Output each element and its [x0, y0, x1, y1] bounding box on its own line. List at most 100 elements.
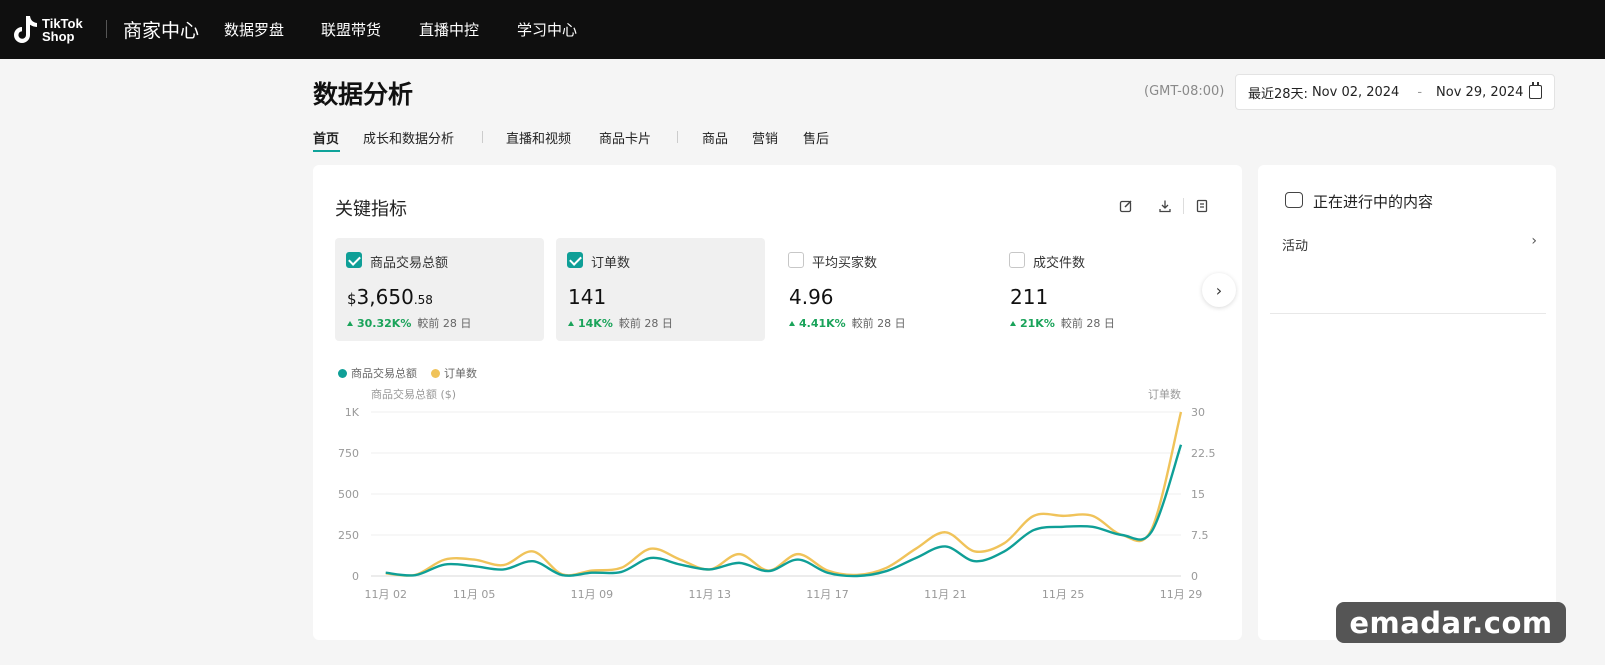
activity-label: 活动	[1282, 239, 1309, 254]
metric-tile-units-sold[interactable]: 成交件数 211 21K% 較前 28 日	[998, 238, 1207, 341]
metric-label: 商品交易总额	[370, 256, 449, 271]
card-title: 关键指标	[335, 199, 407, 220]
tab-product-card[interactable]: 商品卡片	[599, 128, 651, 147]
logo-divider	[106, 20, 107, 38]
metric-value: $3,650.58	[347, 285, 433, 309]
metric-tile-orders[interactable]: 订单数 141 14K% 較前 28 日	[556, 238, 765, 341]
calendar-icon	[1529, 82, 1542, 99]
side-divider	[1270, 313, 1546, 314]
legend-item-gmv[interactable]: 商品交易总额	[338, 365, 417, 381]
logo-text-line2: Shop	[42, 29, 75, 44]
metric-compare-label: 較前 28 日	[1060, 317, 1115, 330]
legend-label: 商品交易总额	[351, 367, 417, 380]
side-panel-title: 正在进行中的内容	[1313, 193, 1434, 211]
download-icon[interactable]	[1158, 199, 1172, 213]
timezone-label: (GMT-08:00)	[1144, 84, 1225, 99]
tiktok-shop-logo[interactable]: TikTok Shop	[12, 13, 83, 47]
metric-compare-label: 較前 28 日	[417, 317, 472, 330]
metric-change: 30.32K% 較前 28 日	[347, 315, 471, 331]
metric-value-main: 3,650	[356, 285, 414, 309]
left-tick-label: 250	[338, 529, 359, 542]
chevron-right-icon: ›	[1215, 280, 1223, 300]
metric-checkbox[interactable]	[788, 252, 804, 268]
toolbar-divider	[1183, 198, 1184, 214]
metric-label: 成交件数	[1033, 256, 1086, 271]
tab-products[interactable]: 商品	[702, 128, 728, 147]
tab-growth-analysis[interactable]: 成长和数据分析	[363, 128, 454, 147]
watermark: emadar.com	[1336, 602, 1566, 643]
metric-value: 211	[1010, 285, 1049, 309]
legend-label: 订单数	[444, 367, 477, 380]
trend-up-icon	[347, 321, 353, 326]
metric-tile-avg-buyers[interactable]: 平均买家数 4.96 4.41K% 較前 28 日	[777, 238, 986, 341]
metric-value: 141	[568, 285, 607, 309]
brand-name: 商家中心	[123, 20, 200, 42]
tab-marketing[interactable]: 营销	[752, 128, 778, 147]
nav-item-learning-center[interactable]: 学习中心	[517, 19, 577, 40]
trend-up-icon	[789, 321, 795, 326]
chevron-right-icon: ›	[1531, 233, 1537, 249]
tab-live-video[interactable]: 直播和视频	[506, 128, 571, 147]
metric-change: 21K% 較前 28 日	[1010, 315, 1115, 331]
date-separator: -	[1417, 84, 1423, 100]
date-range-picker[interactable]: 最近28天: Nov 02, 2024 - Nov 29, 2024	[1235, 74, 1555, 110]
left-tick-label: 500	[338, 488, 359, 501]
nav-item-affiliate[interactable]: 联盟带货	[321, 19, 381, 40]
edit-icon[interactable]	[1119, 199, 1133, 213]
right-tick-label: 0	[1191, 570, 1198, 583]
date-end: Nov 29, 2024	[1436, 84, 1524, 100]
right-axis-title: 订单数	[1148, 388, 1181, 401]
metric-label: 平均买家数	[812, 256, 878, 271]
metric-change-value: 14K%	[578, 317, 613, 330]
legend-dot	[431, 368, 440, 378]
series-line-gmv	[385, 444, 1183, 578]
top-nav-bar: TikTok Shop 商家中心 数据罗盘 联盟带货 直播中控 学习中心	[0, 0, 1605, 59]
tab-home[interactable]: 首页	[313, 128, 339, 147]
x-tick-label: 11月 25	[1042, 588, 1085, 601]
date-start: Nov 02, 2024	[1311, 84, 1400, 100]
left-axis-title: 商品交易总额 ($)	[371, 387, 456, 401]
ongoing-content-panel: 正在进行中的内容 活动 ›	[1258, 165, 1556, 640]
metric-compare-label: 較前 28 日	[618, 317, 673, 330]
x-tick-label: 11月 29	[1160, 588, 1203, 601]
metric-change-value: 4.41K%	[799, 317, 846, 330]
tab-divider	[677, 131, 678, 143]
x-tick-label: 11月 13	[688, 588, 731, 601]
left-tick-label: 750	[338, 447, 359, 460]
metric-change: 14K% 較前 28 日	[568, 315, 673, 331]
metric-checkbox[interactable]	[1009, 252, 1025, 268]
left-tick-label: 1K	[345, 406, 360, 419]
right-tick-label: 22.5	[1191, 447, 1216, 460]
left-tick-label: 0	[352, 570, 359, 583]
date-range-prefix: 最近28天:	[1248, 86, 1308, 102]
metric-change: 4.41K% 較前 28 日	[789, 315, 906, 331]
x-tick-label: 11月 02	[364, 588, 407, 601]
metric-currency: $	[347, 290, 357, 308]
line-chart: 商品交易总额 ($) 订单数 0 250 500 750 1K 0 7.5 15 22.5 30 11月…	[338, 387, 1216, 601]
nav-item-data-compass[interactable]: 数据罗盘	[224, 19, 284, 40]
right-tick-label: 7.5	[1191, 529, 1209, 542]
tiktok-logo-icon	[14, 16, 37, 43]
metric-checkbox[interactable]	[346, 252, 362, 268]
metric-value-decimal: .58	[413, 293, 433, 307]
key-metrics-card: 关键指标 商品交易总额 $3,650.58 30.32K% 較前 28 日 订单数…	[313, 165, 1242, 640]
x-tick-label: 11月 05	[453, 588, 496, 601]
tab-divider	[482, 131, 483, 143]
legend-item-orders[interactable]: 订单数	[431, 365, 477, 381]
chart-legend: 商品交易总额 订单数	[338, 365, 491, 381]
trend-chart-icon	[1285, 192, 1303, 208]
page-title: 数据分析	[313, 80, 414, 109]
document-icon[interactable]	[1195, 199, 1209, 213]
right-tick-label: 15	[1191, 488, 1205, 501]
right-tick-label: 30	[1191, 406, 1205, 419]
metric-tile-gmv[interactable]: 商品交易总额 $3,650.58 30.32K% 較前 28 日	[335, 238, 544, 341]
metric-compare-label: 較前 28 日	[851, 317, 906, 330]
next-metrics-button[interactable]: ›	[1202, 273, 1236, 307]
legend-dot	[338, 368, 347, 378]
metric-checkbox[interactable]	[567, 252, 583, 268]
active-tab-indicator	[313, 150, 340, 152]
activity-row[interactable]: 活动 ›	[1282, 233, 1537, 255]
nav-item-live-control[interactable]: 直播中控	[419, 19, 479, 40]
tab-after-sales[interactable]: 售后	[803, 128, 829, 147]
x-tick-label: 11月 09	[571, 588, 614, 601]
